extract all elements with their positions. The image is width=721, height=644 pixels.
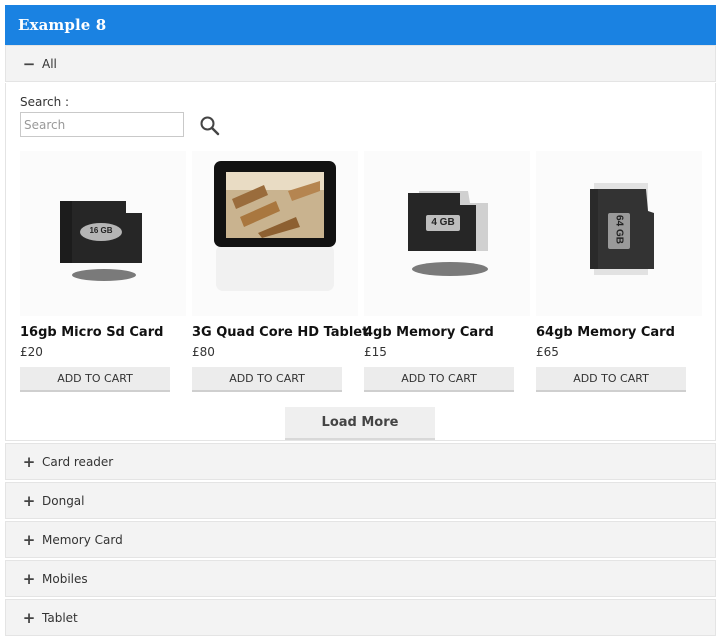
accordion-label: Dongal: [42, 493, 85, 508]
accordion-all[interactable]: − All: [5, 45, 716, 82]
product-image[interactable]: 4 GB: [364, 151, 530, 316]
product-name[interactable]: 3G Quad Core HD Tablet: [192, 325, 368, 340]
accordion-label: All: [42, 56, 57, 71]
plus-icon: +: [22, 608, 36, 627]
load-more-button[interactable]: Load More: [285, 407, 435, 440]
page-header: Example 8: [5, 5, 716, 45]
product-card: 64 GB 64gb Memory Card £65 ADD TO CART: [536, 151, 702, 392]
product-name[interactable]: 4gb Memory Card: [364, 325, 530, 340]
add-to-cart-button[interactable]: ADD TO CART: [192, 367, 342, 392]
search-label: Search :: [20, 95, 70, 109]
search-icon[interactable]: [198, 114, 222, 138]
accordion-label: Tablet: [42, 610, 78, 625]
minus-icon: −: [22, 54, 36, 73]
plus-icon: +: [22, 491, 36, 510]
product-price: £65: [536, 345, 559, 359]
card-print: 64 GB: [613, 215, 625, 244]
product-name[interactable]: 64gb Memory Card: [536, 325, 702, 340]
header-title: Example 8: [18, 16, 107, 34]
product-price: £20: [20, 345, 43, 359]
search-input[interactable]: [20, 112, 184, 137]
card-print: 16 GB: [89, 226, 113, 235]
product-price: £15: [364, 345, 387, 359]
add-to-cart-button[interactable]: ADD TO CART: [20, 367, 170, 392]
accordion-label: Memory Card: [42, 532, 123, 547]
product-card: 16 GB 16gb Micro Sd Card £20 ADD TO CART: [20, 151, 186, 392]
add-to-cart-button[interactable]: ADD TO CART: [536, 367, 686, 392]
card-print: 4 GB: [431, 217, 455, 228]
product-name[interactable]: 16gb Micro Sd Card: [20, 325, 186, 340]
accordion-label: Mobiles: [42, 571, 88, 586]
accordion-card-reader[interactable]: + Card reader: [5, 443, 716, 480]
add-to-cart-button[interactable]: ADD TO CART: [364, 367, 514, 392]
accordion-label: Card reader: [42, 454, 114, 469]
product-image[interactable]: 16 GB: [20, 151, 186, 316]
plus-icon: +: [22, 569, 36, 588]
accordion-mobiles[interactable]: + Mobiles: [5, 560, 716, 597]
product-image[interactable]: [192, 151, 358, 316]
accordion-memory-card[interactable]: + Memory Card: [5, 521, 716, 558]
product-image[interactable]: 64 GB: [536, 151, 702, 316]
plus-icon: +: [22, 452, 36, 471]
accordion-panel-all: Search : 16 GB 16gb Micro Sd Card £20 AD…: [5, 83, 716, 441]
product-card: 3G Quad Core HD Tablet £80 ADD TO CART: [192, 151, 368, 392]
product-card: 4 GB 4gb Memory Card £15 ADD TO CART: [364, 151, 530, 392]
product-price: £80: [192, 345, 215, 359]
plus-icon: +: [22, 530, 36, 549]
accordion-dongal[interactable]: + Dongal: [5, 482, 716, 519]
accordion-tablet[interactable]: + Tablet: [5, 599, 716, 636]
